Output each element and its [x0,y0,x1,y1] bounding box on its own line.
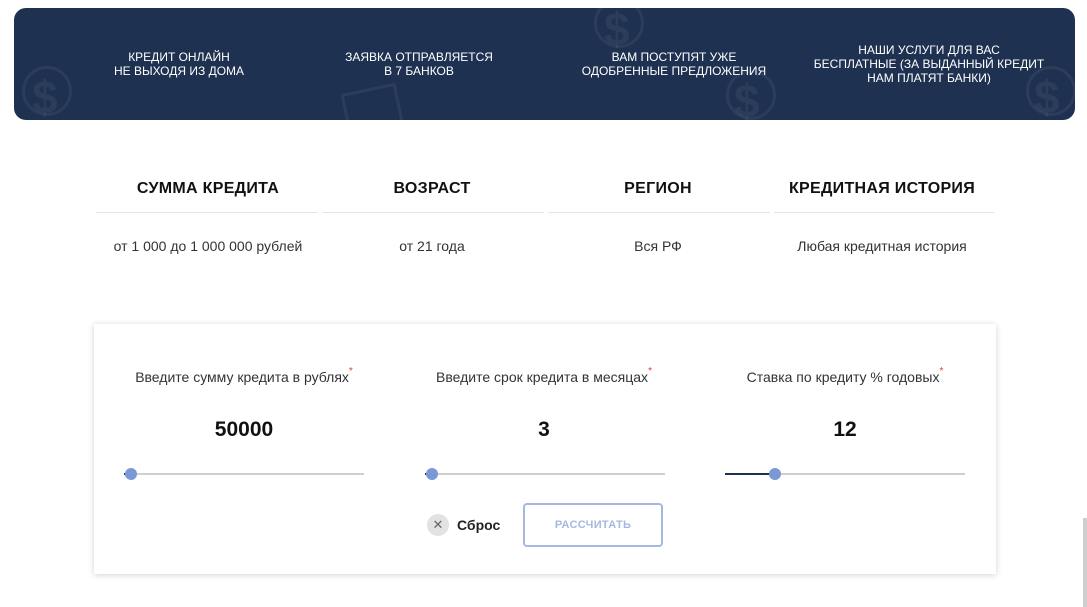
param-title-region: РЕГИОН [624,180,692,197]
banner-item-line: ОДОБРЕННЫЕ ПРЕДЛОЖЕНИЯ [581,64,767,78]
term-slider[interactable] [425,468,665,480]
rate-label: Ставка по кредиту % годовых* [715,366,975,385]
slider-thumb[interactable] [426,468,439,480]
reset-button[interactable]: ✕ Сброс [427,514,500,536]
reset-label: Сброс [457,517,501,533]
term-value[interactable]: 3 [414,418,674,442]
param-divider [322,212,544,213]
banner-item-line: ВАМ ПОСТУПЯТ УЖЕ [611,50,737,64]
banner-item-line: НЕ ВЫХОДЯ ИЗ ДОМА [113,64,245,78]
amount-label: Введите сумму кредита в рублях* [114,366,374,385]
slider-thumb[interactable] [769,468,782,480]
rate-value[interactable]: 12 [715,418,975,442]
banner-item-online: КРЕДИТ ОНЛАЙН НЕ ВЫХОДЯ ИЗ ДОМА [84,8,274,120]
param-value-history: Любая кредитная история [797,238,967,254]
coin-outline-icon [22,66,72,116]
banner-item-line: НАМ ПЛАТЯТ БАНКИ) [867,71,991,85]
amount-slider[interactable] [124,468,364,480]
banner-item-banks: ЗАЯВКА ОТПРАВЛЯЕТСЯ В 7 БАНКОВ [324,8,514,120]
info-banner: $ $ $ $ КРЕДИТ ОНЛАЙН НЕ ВЫХОДЯ ИЗ ДОМА … [14,8,1075,120]
slider-track [425,473,665,475]
banner-item-line: НАШИ УСЛУГИ ДЛЯ ВАС [858,43,1000,57]
slider-thumb[interactable] [125,468,138,480]
banner-item-line: ЗАЯВКА ОТПРАВЛЯЕТСЯ [345,50,493,64]
loan-calculator: Введите сумму кредита в рублях* 50000 Вв… [94,324,996,574]
rate-slider[interactable] [725,468,965,480]
page-scrollbar[interactable] [1083,518,1087,607]
param-divider [96,212,318,213]
calculate-button[interactable]: РАССЧИТАТЬ [523,503,663,547]
param-divider [774,212,994,213]
term-label-text: Введите срок кредита в месяцах [436,369,649,385]
rate-label-text: Ставка по кредиту % годовых [746,369,940,385]
param-title-history: КРЕДИТНАЯ ИСТОРИЯ [788,180,976,197]
param-value-amount: от 1 000 до 1 000 000 рублей [113,238,303,254]
param-value-age: от 21 года [399,238,465,254]
slider-fill [725,473,776,475]
amount-label-text: Введите сумму кредита в рублях [135,369,349,385]
param-value-region: Вся РФ [634,238,682,254]
param-title-age: ВОЗРАСТ [393,180,471,197]
required-mark: * [939,366,944,377]
close-icon[interactable]: ✕ [427,514,449,536]
required-mark: * [648,366,652,377]
banner-item-line: В 7 БАНКОВ [384,64,454,78]
required-mark: * [348,366,353,377]
param-divider [548,212,770,213]
banner-item-offers: ВАМ ПОСТУПЯТ УЖЕ ОДОБРЕННЫЕ ПРЕДЛОЖЕНИЯ [569,8,779,120]
slider-track [124,473,364,475]
term-label: Введите срок кредита в месяцах* [414,366,674,385]
param-title-amount: СУММА КРЕДИТА [136,180,280,197]
banner-item-line: БЕСПЛАТНЫЕ (ЗА ВЫДАННЫЙ КРЕДИТ [813,57,1045,71]
amount-value[interactable]: 50000 [114,418,374,442]
banner-item-line: КРЕДИТ ОНЛАЙН [128,50,230,64]
banner-item-free: НАШИ УСЛУГИ ДЛЯ ВАС БЕСПЛАТНЫЕ (ЗА ВЫДАН… [804,8,1054,120]
